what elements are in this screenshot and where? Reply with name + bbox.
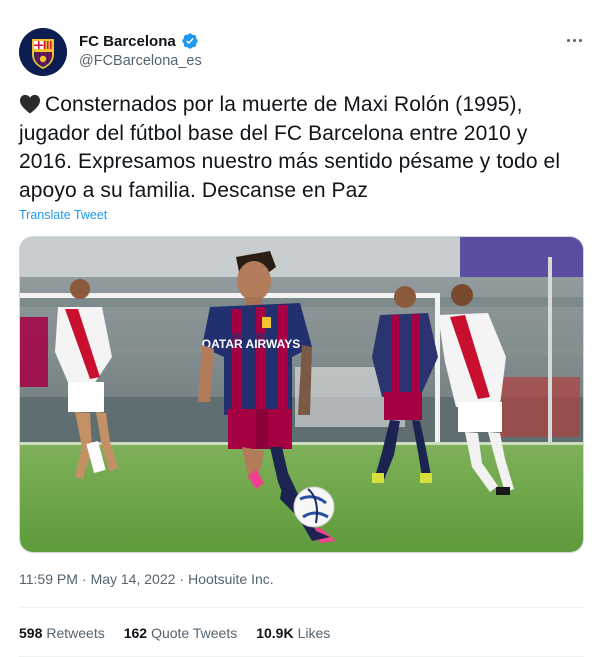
tweet-source[interactable]: Hootsuite Inc. bbox=[188, 571, 274, 587]
translate-tweet-link[interactable]: Translate Tweet bbox=[19, 208, 107, 222]
tweet-meta: 11:59 PM · May 14, 2022 · Hootsuite Inc. bbox=[19, 571, 274, 587]
quote-tweets-count: 162 bbox=[123, 625, 148, 641]
football bbox=[293, 486, 335, 528]
meta-separator: · bbox=[81, 571, 87, 587]
retweets-count: 598 bbox=[19, 625, 43, 641]
author-avatar[interactable] bbox=[19, 28, 67, 76]
tweet-photo[interactable]: QATAR AIRWAYS bbox=[19, 236, 584, 553]
retweets-stat[interactable]: 598 Retweets bbox=[19, 625, 105, 641]
divider bbox=[19, 607, 584, 608]
likes-stat[interactable]: 10.9K Likes bbox=[256, 625, 330, 641]
author-display-name[interactable]: FC Barcelona bbox=[79, 33, 176, 50]
fc-barcelona-crest-icon bbox=[19, 28, 67, 76]
tweet-body: Consternados por la muerte de Maxi Rolón… bbox=[19, 93, 561, 202]
retweets-label: Retweets bbox=[46, 625, 105, 641]
tweet-text: Consternados por la muerte de Maxi Rolón… bbox=[19, 91, 584, 205]
match-photo: QATAR AIRWAYS bbox=[20, 237, 583, 552]
more-options-button[interactable] bbox=[560, 30, 588, 50]
quote-tweets-label: Quote Tweets bbox=[151, 625, 238, 641]
tweet-time[interactable]: 11:59 PM bbox=[19, 571, 78, 587]
dot-icon bbox=[572, 38, 576, 42]
likes-count: 10.9K bbox=[256, 625, 294, 641]
black-heart-icon bbox=[20, 94, 40, 114]
author-handle[interactable]: @FCBarcelona_es bbox=[79, 53, 202, 69]
quote-tweets-stat[interactable]: 162 Quote Tweets bbox=[124, 625, 238, 641]
verified-badge-icon bbox=[182, 33, 198, 49]
engagement-stats: 598 Retweets 162 Quote Tweets 10.9K Likes bbox=[19, 625, 330, 641]
meta-separator: · bbox=[179, 571, 185, 587]
dot-icon bbox=[578, 38, 582, 42]
author-info: FC Barcelona @FCBarcelona_es bbox=[79, 31, 202, 70]
kit-sponsor-text: QATAR AIRWAYS bbox=[202, 337, 300, 351]
likes-label: Likes bbox=[297, 625, 331, 641]
dot-icon bbox=[566, 38, 570, 42]
tweet: FC Barcelona @FCBarcelona_es Consternado… bbox=[0, 0, 601, 657]
tweet-date[interactable]: May 14, 2022 bbox=[91, 571, 176, 587]
